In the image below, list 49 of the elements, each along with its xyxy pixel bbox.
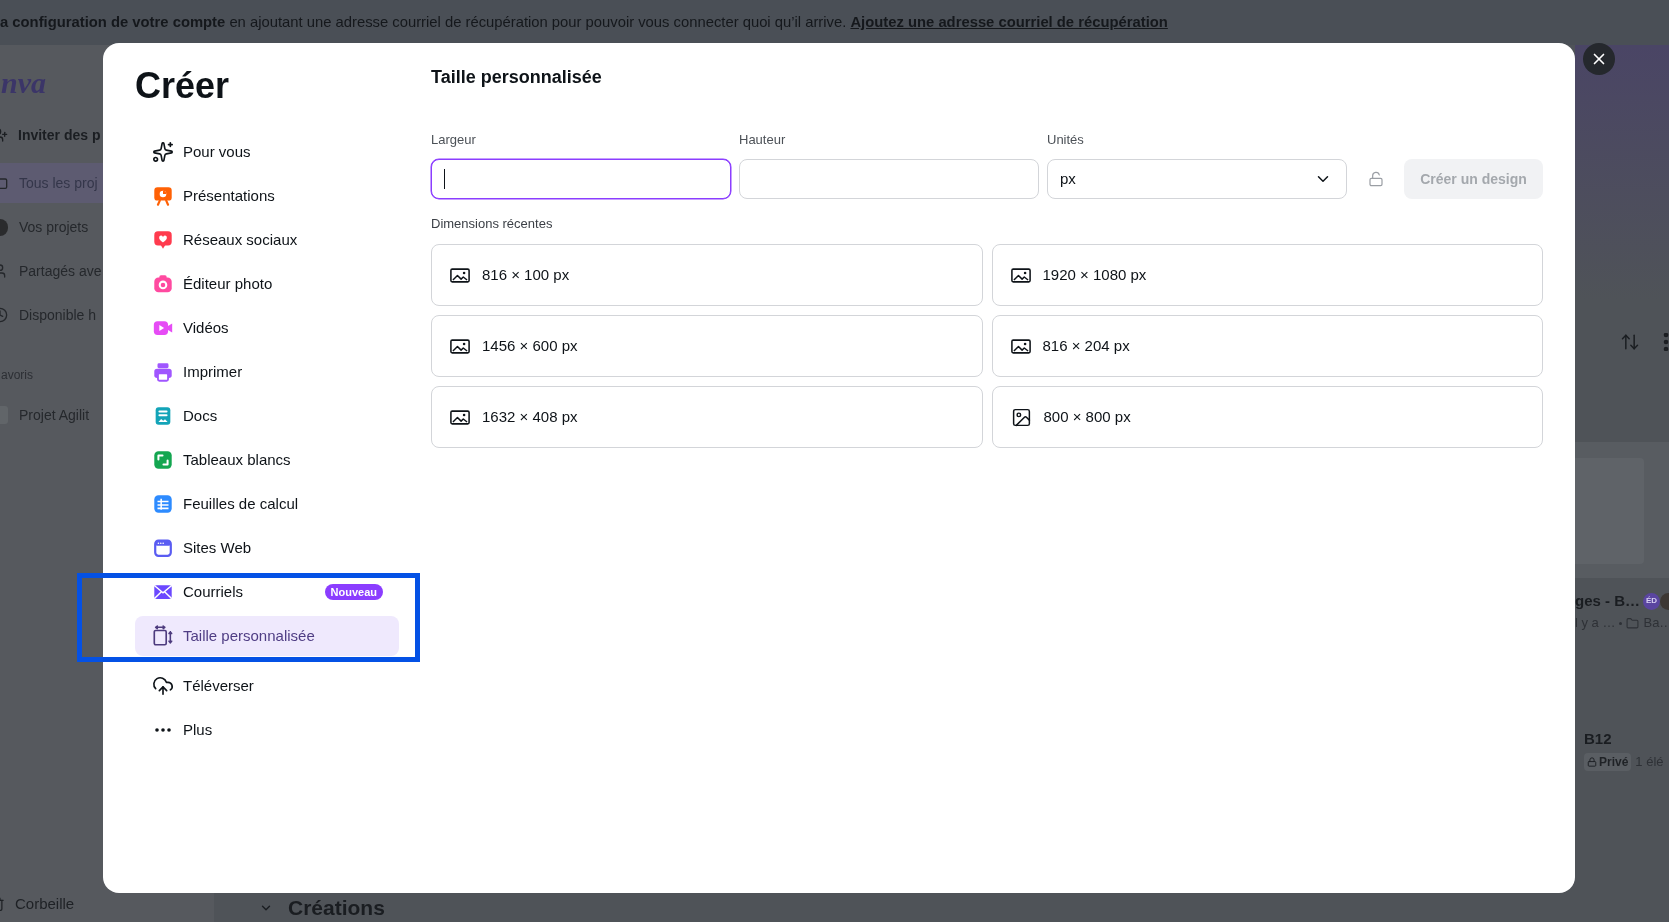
image-icon [1010, 406, 1032, 428]
field-label: Largeur [431, 131, 476, 149]
browser-window-icon [152, 537, 174, 559]
heart-bubble-icon [152, 229, 174, 251]
folder-icon [1626, 616, 1640, 630]
more-icon [155, 728, 171, 732]
landscape-image-icon [450, 338, 470, 354]
sort-icon[interactable] [1620, 332, 1640, 352]
landscape-image-icon [450, 409, 470, 425]
whiteboard-icon [152, 449, 174, 471]
resize-frame-icon [152, 625, 174, 647]
user-icon [0, 263, 8, 279]
spreadsheet-grid-icon [152, 493, 174, 515]
recent-size-option[interactable]: 1920 × 1080 px [991, 244, 1543, 306]
landscape-image-icon [1010, 267, 1031, 283]
folder-icon [0, 175, 8, 191]
recent-size-option[interactable]: 800 × 800 px [991, 386, 1543, 448]
cloud-upload-icon [152, 675, 174, 697]
presentation-board-icon [152, 185, 174, 207]
create-menu-item[interactable]: Taille personnalisée [135, 616, 399, 656]
panel-title: Taille personnalisée [431, 66, 602, 89]
landscape-image-icon [450, 267, 470, 283]
trash-icon [0, 896, 5, 912]
size-input-field[interactable] [431, 159, 731, 199]
units-select[interactable]: px [1047, 159, 1347, 199]
avatar-placeholder [0, 218, 8, 236]
recent-size-option[interactable]: 816 × 204 px [991, 315, 1543, 377]
text-cursor-icon [444, 169, 445, 189]
lock-icon [1587, 757, 1597, 767]
new-badge: Nouveau [324, 584, 383, 600]
recent-dimensions-heading: Dimensions récentes [431, 215, 553, 233]
account-notice: a configuration de votre compte en ajoutant une adresse courriel de récupération pour pouvoir vous connecter quoi qu’il arrive. Ajoutez une adresse courriel de récupération [0, 13, 1168, 33]
privacy-tag: Privé [1584, 753, 1632, 771]
open-padlock-icon[interactable] [1367, 171, 1384, 187]
landscape-image-icon [1010, 338, 1031, 354]
field-label: Hauteur [739, 131, 786, 149]
recent-size-option[interactable]: 1632 × 408 px [431, 386, 983, 448]
avatar-initials: ÉD [1643, 592, 1660, 610]
field-label: Unités [1047, 131, 1084, 149]
dialog-title: Créer [135, 64, 230, 108]
camera-icon [152, 273, 174, 295]
recent-size-option[interactable]: 816 × 100 px [431, 244, 983, 306]
more-vertical-icon[interactable] [1663, 333, 1669, 351]
recent-size-option[interactable]: 1456 × 600 px [431, 315, 983, 377]
avatar-placeholder [1660, 592, 1669, 610]
clock-icon [0, 307, 8, 323]
sparkles-icon [152, 141, 174, 163]
printer-icon [152, 361, 174, 383]
user-plus-icon [0, 127, 8, 143]
